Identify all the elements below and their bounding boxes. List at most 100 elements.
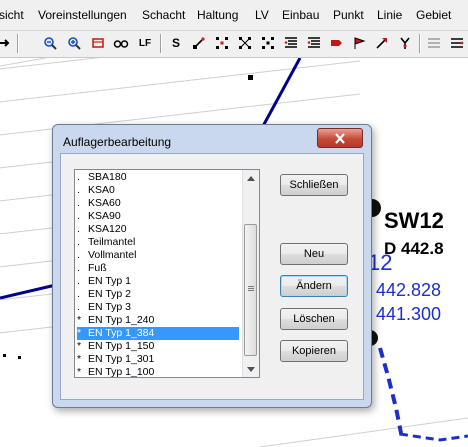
list-item[interactable]: . EN Typ 3 xyxy=(77,301,239,314)
grip-line xyxy=(248,288,254,289)
scroll-down-arrow[interactable] xyxy=(243,361,259,377)
point-tool-3-icon[interactable] xyxy=(235,33,255,53)
auflager-dialog: Auflagerbearbeitung . SBA180. KSA0. KSA60. K… xyxy=(52,124,372,408)
depth-label: D 442.8 xyxy=(384,239,444,258)
point-tool-1-icon[interactable] xyxy=(189,33,209,53)
list-item-label: EN Typ 3 xyxy=(88,301,131,313)
toolbar-separator xyxy=(419,34,421,53)
elevation-bottom-label: 441.300 xyxy=(376,304,442,324)
close-icon xyxy=(335,132,345,144)
list-item[interactable]: * EN Typ 1_301 xyxy=(77,353,239,366)
list-item[interactable]: * EN Typ 1_150 xyxy=(77,340,239,353)
list-item[interactable]: . Vollmantel xyxy=(77,249,239,262)
menu-einbau[interactable]: Einbau xyxy=(282,8,319,22)
list-item-marker: . xyxy=(77,184,80,196)
chevron-up-icon xyxy=(247,175,255,181)
list-item[interactable]: * EN Typ 1_240 xyxy=(77,314,239,327)
list-item[interactable]: . Fuß xyxy=(77,262,239,275)
copy-button[interactable]: Kopieren xyxy=(280,340,348,362)
list-item[interactable]: . Teilmantel xyxy=(77,236,239,249)
close-button[interactable] xyxy=(317,128,363,148)
list-item-marker: . xyxy=(77,262,80,274)
list-item-marker: * xyxy=(77,353,82,365)
list-item-label: EN Typ 1_100 xyxy=(88,366,155,378)
lf-text-icon[interactable]: LF xyxy=(135,33,155,53)
list-item-marker: . xyxy=(77,275,80,287)
arrow-icon[interactable] xyxy=(0,33,14,53)
menu-gebiet[interactable]: Gebiet xyxy=(416,8,451,22)
s-text-icon[interactable]: S xyxy=(166,33,186,53)
close-dialog-button[interactable]: Schließen xyxy=(280,174,348,196)
zoom-window-icon[interactable] xyxy=(88,33,108,53)
list-item-label: EN Typ 1_301 xyxy=(88,353,155,365)
toolbar-separator xyxy=(17,34,19,53)
list-item-label: Fuß xyxy=(88,262,107,274)
list-tool-2-icon[interactable] xyxy=(304,33,324,53)
list-item[interactable]: . KSA120 xyxy=(77,223,239,236)
vertical-scrollbar[interactable] xyxy=(242,170,259,377)
toolbar-separator xyxy=(160,34,162,53)
chevron-down-icon xyxy=(247,366,255,372)
list-item-marker: . xyxy=(77,301,80,313)
menu-bar: sicht Voreinstellungen Schacht Haltung L… xyxy=(0,0,468,31)
list-item[interactable]: . EN Typ 2 xyxy=(77,288,239,301)
list-item-marker: * xyxy=(77,366,82,378)
list-item-marker: . xyxy=(77,236,80,248)
grip-line xyxy=(248,286,254,287)
list-item-marker: . xyxy=(77,288,80,300)
scrollbar-thumb[interactable] xyxy=(244,224,257,356)
list-item-label: KSA60 xyxy=(88,197,121,209)
scroll-up-arrow[interactable] xyxy=(243,170,259,186)
dialog-title: Auflagerbearbeitung xyxy=(63,135,172,149)
grip-line xyxy=(248,290,254,291)
list-item-label: Teilmantel xyxy=(88,236,136,248)
point-tool-4-icon[interactable] xyxy=(258,33,278,53)
menu-linie[interactable]: Linie xyxy=(377,8,402,22)
list-item-marker: . xyxy=(77,171,80,183)
list-item[interactable]: * EN Typ 1_100 xyxy=(77,366,239,378)
auflager-listbox[interactable]: . SBA180. KSA0. KSA60. KSA90. KSA120. Teilmant… xyxy=(74,169,260,378)
zoom-in-icon[interactable] xyxy=(64,33,84,53)
list-item-marker: . xyxy=(77,197,80,209)
menu-schacht[interactable]: Schacht xyxy=(142,8,185,22)
list-item-marker: . xyxy=(77,223,80,235)
red-flag-icon[interactable] xyxy=(349,33,369,53)
list-item-label: EN Typ 2 xyxy=(88,288,131,300)
toolbar: LF S xyxy=(0,31,468,58)
delete-button[interactable]: Löschen xyxy=(280,308,348,330)
menu-punkt[interactable]: Punkt xyxy=(333,8,364,22)
red-marker-icon[interactable] xyxy=(326,33,346,53)
list-item-marker: . xyxy=(77,249,80,261)
list-item-label: KSA90 xyxy=(88,210,121,222)
list-tool-5-icon[interactable] xyxy=(447,33,467,53)
glasses-icon[interactable] xyxy=(111,33,131,53)
fork-icon[interactable] xyxy=(395,33,415,53)
list-item-label: SBA180 xyxy=(88,171,127,183)
menu-voreinstellungen[interactable]: Voreinstellungen xyxy=(38,8,127,22)
list-item[interactable]: . EN Typ 1 xyxy=(77,275,239,288)
list-tool-1-icon[interactable] xyxy=(281,33,301,53)
shaft-label: SW12 xyxy=(384,208,444,233)
change-button[interactable]: Ändern xyxy=(280,275,348,297)
list-item-marker: * xyxy=(77,314,82,326)
new-button[interactable]: Neu xyxy=(280,243,348,265)
list-item[interactable]: . KSA60 xyxy=(77,197,239,210)
list-item-label: EN Typ 1_240 xyxy=(88,314,155,326)
list-item-marker: . xyxy=(77,210,80,222)
red-arrow-icon[interactable] xyxy=(372,33,392,53)
point-tool-2-icon[interactable] xyxy=(212,33,232,53)
dialog-body: . SBA180. KSA0. KSA60. KSA90. KSA120. Teilmant… xyxy=(60,153,364,400)
menu-haltung[interactable]: Haltung xyxy=(197,8,238,22)
zoom-out-icon[interactable] xyxy=(40,33,60,53)
list-tool-4-icon[interactable] xyxy=(424,33,444,53)
list-item[interactable]: . KSA0 xyxy=(77,184,239,197)
list-item[interactable]: * EN Typ 1_384 xyxy=(77,327,239,340)
list-item-label: Vollmantel xyxy=(88,249,137,261)
list-item[interactable]: . SBA180 xyxy=(77,171,239,184)
menu-ansicht[interactable]: sicht xyxy=(0,8,24,22)
menu-lv[interactable]: LV xyxy=(255,8,269,22)
list-item[interactable]: . KSA90 xyxy=(77,210,239,223)
list-item-label: KSA120 xyxy=(88,223,127,235)
elevation-top-label: 442.828 xyxy=(376,280,442,300)
list-item-label: KSA0 xyxy=(88,184,115,196)
